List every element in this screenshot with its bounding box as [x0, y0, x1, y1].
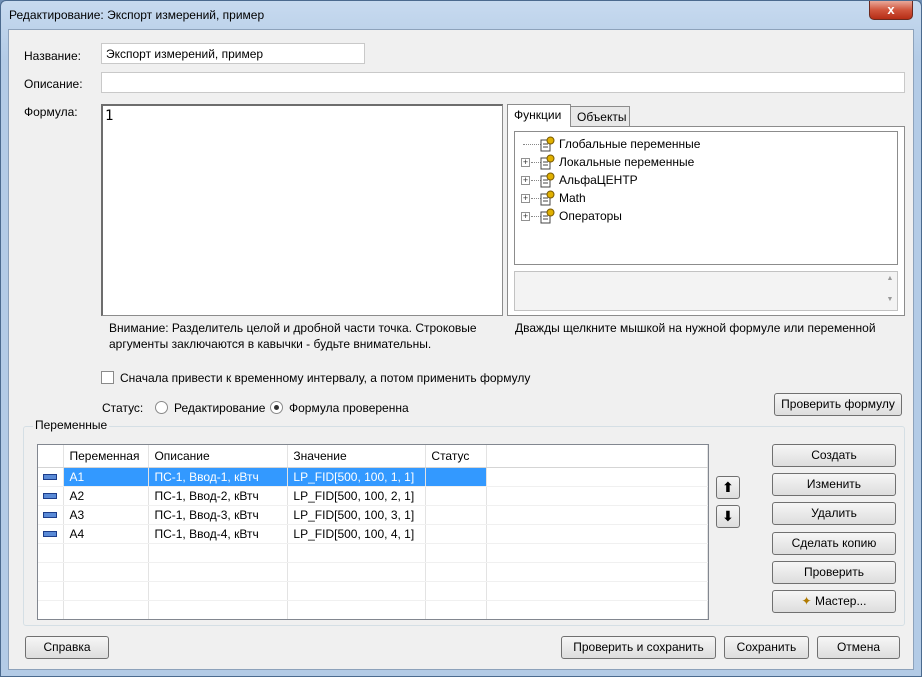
title-bar[interactable]: Редактирование: Экспорт измерений, приме… [1, 1, 921, 29]
variable-status-cell[interactable] [425, 524, 488, 544]
tree-item-label: Math [559, 191, 586, 205]
description-scrollbar[interactable]: ▲ ▼ [883, 272, 897, 310]
variable-name-cell[interactable]: A2 [63, 486, 150, 506]
scroll-down-icon[interactable]: ▼ [883, 296, 897, 303]
variable-status-cell[interactable] [425, 486, 488, 506]
variable-description-cell[interactable]: ПС-1, Ввод-3, кВтч [148, 505, 289, 525]
variable-icon [43, 474, 57, 481]
close-button[interactable]: x [869, 1, 913, 20]
variable-value-cell[interactable]: LP_FID[500, 100, 1, 1] [287, 467, 427, 487]
table-row[interactable]: A3 ПС-1, Ввод-3, кВтч LP_FID[500, 100, 3… [38, 505, 708, 525]
variable-status-cell[interactable] [425, 505, 488, 525]
function-node-icon [540, 190, 555, 206]
dialog-window: Редактирование: Экспорт измерений, приме… [0, 0, 922, 677]
warning-line-2: аргументы заключаются в кавычки - будьте… [109, 337, 432, 351]
tree-item-label: Локальные переменные [559, 155, 695, 169]
variable-name-cell[interactable]: A4 [63, 524, 150, 544]
window-title: Редактирование: Экспорт измерений, приме… [9, 8, 265, 22]
status-editing-label[interactable]: Редактирование [174, 401, 265, 415]
variables-group-title: Переменные [33, 418, 110, 432]
tree-item-label: АльфаЦЕНТР [559, 173, 638, 187]
status-checked-radio[interactable] [270, 401, 283, 414]
tree-item-label: Глобальные переменные [559, 137, 701, 151]
column-header-status[interactable]: Статус [425, 445, 488, 468]
edit-button[interactable]: Изменить [772, 473, 896, 496]
arrow-down-icon: ⬇ [722, 508, 734, 524]
expand-icon[interactable]: + [521, 176, 530, 185]
help-button[interactable]: Справка [25, 636, 109, 659]
empty-row [38, 543, 708, 563]
column-header-variable[interactable]: Переменная [63, 445, 150, 468]
variable-description-cell[interactable]: ПС-1, Ввод-1, кВтч [148, 467, 289, 487]
functions-panel: Глобальные переменные + Локальные переме… [507, 126, 905, 316]
empty-row [38, 581, 708, 601]
table-row[interactable]: A2 ПС-1, Ввод-2, кВтч LP_FID[500, 100, 2… [38, 486, 708, 506]
check-button[interactable]: Проверить [772, 561, 896, 584]
variable-icon [43, 493, 57, 500]
expand-icon[interactable]: + [521, 194, 530, 203]
delete-button[interactable]: Удалить [772, 502, 896, 525]
empty-row [38, 562, 708, 582]
tab-functions[interactable]: Функции [507, 104, 571, 127]
variable-value-cell[interactable]: LP_FID[500, 100, 2, 1] [287, 486, 427, 506]
wizard-button-label: Мастер... [814, 594, 867, 608]
status-editing-radio[interactable] [155, 401, 168, 414]
table-row[interactable]: A4 ПС-1, Ввод-4, кВтч LP_FID[500, 100, 4… [38, 524, 708, 544]
magic-wand-icon: ✦ [801, 594, 812, 608]
move-up-button[interactable]: ⬆ [716, 476, 740, 499]
check-formula-button[interactable]: Проверить формулу [774, 393, 902, 416]
double-click-hint: Дважды щелкните мышкой на нужной формуле… [515, 321, 876, 335]
cancel-button[interactable]: Отмена [817, 636, 900, 659]
tree-item-label: Операторы [559, 209, 622, 223]
variable-name-cell[interactable]: A3 [63, 505, 150, 525]
formula-label: Формула: [24, 105, 78, 119]
variable-icon [43, 512, 57, 519]
variable-value-cell[interactable]: LP_FID[500, 100, 4, 1] [287, 524, 427, 544]
formula-editor[interactable]: 1 [101, 104, 503, 316]
move-down-button[interactable]: ⬇ [716, 505, 740, 528]
function-node-icon [540, 208, 555, 224]
interval-checkbox[interactable] [101, 371, 114, 384]
name-input[interactable]: Экспорт измерений, пример [101, 43, 365, 64]
scroll-up-icon[interactable]: ▲ [883, 275, 897, 282]
variable-description-cell[interactable]: ПС-1, Ввод-4, кВтч [148, 524, 289, 544]
variable-name-cell[interactable]: A1 [63, 467, 150, 487]
variable-icon [43, 531, 57, 538]
copy-button[interactable]: Сделать копию [772, 532, 896, 555]
variables-table[interactable]: Переменная Описание Значение Статус A1 П… [37, 444, 709, 620]
column-header-value[interactable]: Значение [287, 445, 427, 468]
warning-line-1: Внимание: Разделитель целой и дробной ча… [109, 321, 477, 335]
function-tree[interactable]: Глобальные переменные + Локальные переме… [514, 131, 898, 265]
function-node-icon [540, 154, 555, 170]
expand-icon[interactable]: + [521, 212, 530, 221]
table-header: Переменная Описание Значение Статус [38, 445, 708, 468]
status-checked-label[interactable]: Формула проверенна [289, 401, 409, 415]
function-node-icon [540, 136, 555, 152]
status-label: Статус: [102, 401, 144, 415]
name-label: Название: [24, 49, 81, 63]
save-button[interactable]: Сохранить [724, 636, 809, 659]
check-and-save-button[interactable]: Проверить и сохранить [561, 636, 716, 659]
create-button[interactable]: Создать [772, 444, 896, 467]
table-row[interactable]: A1 ПС-1, Ввод-1, кВтч LP_FID[500, 100, 1… [38, 467, 708, 487]
empty-row [38, 600, 708, 619]
function-node-icon [540, 172, 555, 188]
expand-icon[interactable]: + [521, 158, 530, 167]
variable-status-cell[interactable] [425, 467, 488, 487]
variable-value-cell[interactable]: LP_FID[500, 100, 3, 1] [287, 505, 427, 525]
function-description-box: ▲ ▼ [514, 271, 898, 311]
wizard-button[interactable]: ✦ Мастер... [772, 590, 896, 613]
column-header-description[interactable]: Описание [148, 445, 289, 468]
variable-description-cell[interactable]: ПС-1, Ввод-2, кВтч [148, 486, 289, 506]
separator-warning: Внимание: Разделитель целой и дробной ча… [109, 320, 499, 352]
description-label: Описание: [24, 77, 83, 91]
tab-objects[interactable]: Объекты [570, 106, 630, 126]
description-input[interactable] [101, 72, 905, 93]
interval-checkbox-label[interactable]: Сначала привести к временному интервалу,… [120, 371, 530, 385]
arrow-up-icon: ⬆ [722, 479, 734, 495]
dialog-client-area: Название: Экспорт измерений, пример Опис… [8, 29, 914, 670]
